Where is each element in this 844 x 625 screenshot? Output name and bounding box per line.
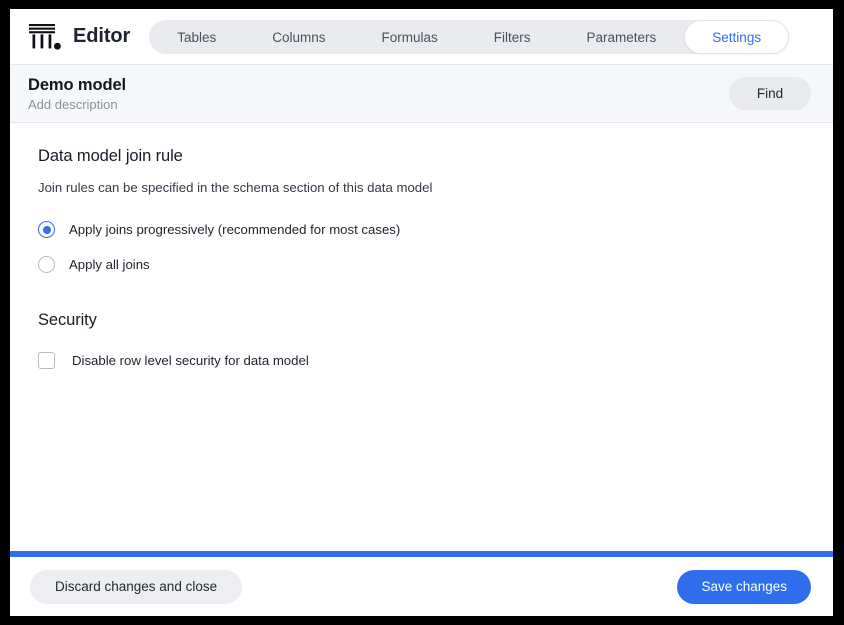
top-navigation-bar: Editor Tables Columns Formulas Filters P… bbox=[10, 9, 833, 64]
radio-option-label: Apply joins progressively (recommended f… bbox=[69, 222, 400, 237]
tab-tables[interactable]: Tables bbox=[149, 20, 244, 54]
security-section-title: Security bbox=[38, 311, 833, 330]
settings-content: Data model join rule Join rules can be s… bbox=[10, 123, 833, 551]
column-logo-icon bbox=[28, 22, 62, 52]
document-header: Demo model Add description Find bbox=[10, 64, 833, 123]
footer-action-bar: Discard changes and close Save changes bbox=[10, 557, 833, 616]
checkbox-unchecked-icon[interactable] bbox=[38, 352, 55, 369]
tab-settings[interactable]: Settings bbox=[684, 20, 789, 54]
checkbox-row-disable-row-level-security[interactable]: Disable row level security for data mode… bbox=[38, 352, 309, 369]
tab-filters[interactable]: Filters bbox=[466, 20, 559, 54]
radio-option-apply-all-joins[interactable]: Apply all joins bbox=[38, 256, 150, 273]
checkbox-label: Disable row level security for data mode… bbox=[72, 353, 309, 368]
radio-option-apply-progressively[interactable]: Apply joins progressively (recommended f… bbox=[38, 221, 400, 238]
window-frame: Editor Tables Columns Formulas Filters P… bbox=[0, 0, 844, 625]
tab-bar: Tables Columns Formulas Filters Paramete… bbox=[149, 20, 789, 54]
save-changes-button[interactable]: Save changes bbox=[677, 570, 811, 604]
find-button[interactable]: Find bbox=[729, 77, 811, 110]
radio-option-label: Apply all joins bbox=[69, 257, 150, 272]
radio-button-unselected-icon[interactable] bbox=[38, 256, 55, 273]
join-rule-section-subtitle: Join rules can be specified in the schem… bbox=[38, 180, 833, 195]
tab-columns[interactable]: Columns bbox=[244, 20, 353, 54]
tab-formulas[interactable]: Formulas bbox=[354, 20, 466, 54]
brand-name: Editor bbox=[73, 25, 130, 48]
discard-changes-button[interactable]: Discard changes and close bbox=[30, 570, 242, 604]
editor-card: Editor Tables Columns Formulas Filters P… bbox=[10, 9, 833, 616]
description-placeholder[interactable]: Add description bbox=[28, 97, 126, 112]
title-block: Demo model Add description bbox=[28, 76, 126, 112]
page-title[interactable]: Demo model bbox=[28, 76, 126, 95]
brand: Editor bbox=[28, 22, 130, 52]
join-rule-section-title: Data model join rule bbox=[38, 147, 833, 166]
tab-parameters[interactable]: Parameters bbox=[559, 20, 685, 54]
radio-button-selected-icon[interactable] bbox=[38, 221, 55, 238]
